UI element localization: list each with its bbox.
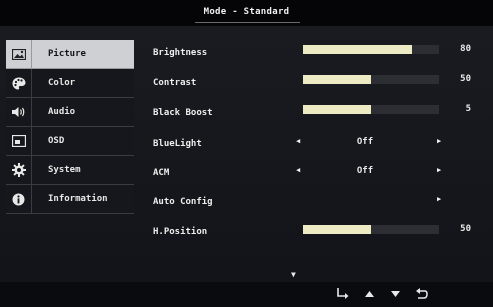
osd-menu: Mode - Standard Picture Color Audio OSD … [0,0,493,307]
contrast-label: Contrast [153,78,197,88]
gear-icon [6,156,32,184]
acm-right-arrow-icon[interactable]: ▶ [437,166,441,174]
h-position-label: H.Position [153,227,208,237]
blue-light-left-arrow-icon[interactable]: ◀ [296,137,300,145]
title-bar: Mode - Standard [0,0,493,26]
sidebar: Picture Color Audio OSD System Informati… [6,40,134,220]
brightness-value: 80 [460,44,471,54]
down-arrow-icon[interactable] [386,287,404,301]
brightness-slider-fill [303,45,412,54]
scroll-down-icon[interactable]: ▼ [291,270,296,279]
sidebar-item-label: System [48,165,81,175]
black-boost-value: 5 [465,104,471,114]
blue-light-label: BlueLight [153,139,202,149]
info-icon [6,185,32,213]
picture-icon [6,40,32,68]
mode-title: Mode - Standard [203,7,290,17]
up-arrow-icon[interactable] [360,287,378,301]
sidebar-item-osd[interactable]: OSD [6,127,134,156]
sidebar-item-label: Color [48,78,76,88]
brightness-label: Brightness [153,48,208,58]
auto-config-right-arrow-icon[interactable]: ▶ [437,195,441,203]
back-icon[interactable] [412,287,430,301]
blue-light-right-arrow-icon[interactable]: ▶ [437,137,441,145]
black-boost-slider-fill [303,105,371,114]
h-position-value: 50 [460,224,471,234]
auto-config-label: Auto Config [153,197,213,207]
h-position-slider[interactable] [303,225,439,234]
black-boost-label: Black Boost [153,108,213,118]
speaker-icon [6,98,32,126]
title-underline [195,22,300,23]
acm-value: Off [356,166,374,176]
contrast-slider-fill [303,75,371,84]
screen-icon [6,127,32,155]
sidebar-item-system[interactable]: System [6,156,134,185]
enter-icon[interactable] [334,287,352,301]
blue-light-value: Off [356,137,374,147]
brightness-slider[interactable] [303,45,439,54]
sidebar-item-audio[interactable]: Audio [6,98,134,127]
sidebar-item-label: Picture [48,49,86,59]
palette-icon [6,69,32,97]
contrast-value: 50 [460,74,471,84]
sidebar-item-picture[interactable]: Picture [6,40,134,69]
sidebar-item-label: OSD [48,136,65,146]
sidebar-item-color[interactable]: Color [6,69,134,98]
black-boost-slider[interactable] [303,105,439,114]
acm-label: ACM [153,168,170,178]
acm-left-arrow-icon[interactable]: ◀ [296,166,300,174]
sidebar-item-information[interactable]: Information [6,185,134,214]
contrast-slider[interactable] [303,75,439,84]
h-position-slider-fill [303,225,371,234]
sidebar-item-label: Audio [48,107,76,117]
sidebar-item-label: Information [48,194,108,204]
